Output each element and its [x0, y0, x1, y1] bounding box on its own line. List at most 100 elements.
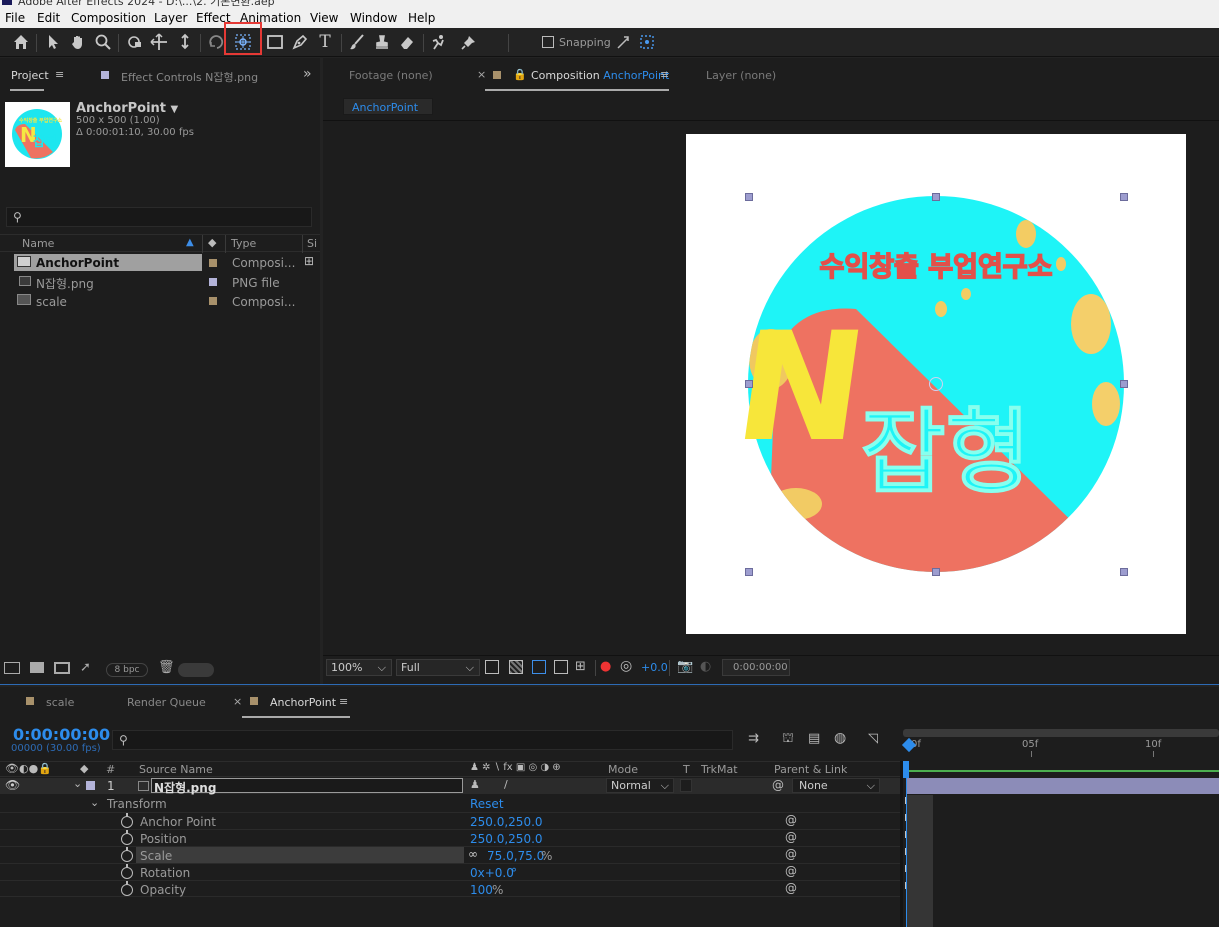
flowchart-send-icon[interactable]: ➚: [80, 660, 91, 675]
twirl-open-icon[interactable]: ⌄: [73, 777, 82, 790]
current-time-display[interactable]: 0:00:00:00: [13, 725, 110, 744]
expression-pick-whip-icon[interactable]: @: [785, 847, 797, 861]
timeline-track-area[interactable]: I I I I I I: [903, 761, 1219, 927]
project-row[interactable]: scale Composi...: [0, 291, 300, 310]
draft-3d-icon[interactable]: ⛫: [782, 731, 794, 748]
clone-stamp-tool-icon[interactable]: [372, 32, 392, 52]
tab-project[interactable]: Project: [11, 69, 49, 82]
interpret-footage-icon[interactable]: [4, 662, 20, 674]
snapping-checkbox[interactable]: [542, 36, 554, 48]
work-area-bar[interactable]: [903, 770, 1219, 772]
label-tag-icon[interactable]: ◆: [208, 236, 216, 249]
col-trkmat[interactable]: TrkMat: [701, 763, 738, 776]
trash-icon[interactable]: 🗑: [158, 660, 175, 675]
col-parent[interactable]: Parent & Link: [774, 763, 847, 776]
hand-tool-icon[interactable]: [68, 32, 88, 52]
mask-path-visibility-icon[interactable]: [532, 660, 546, 674]
flowchart-icon[interactable]: ⊞: [304, 254, 314, 268]
expression-pick-whip-icon[interactable]: @: [785, 830, 797, 844]
comp-breadcrumb[interactable]: AnchorPoint: [343, 98, 433, 115]
composition-canvas[interactable]: 수익창출 부업연구소 N 잡형: [686, 134, 1186, 634]
roto-brush-tool-icon[interactable]: [429, 32, 449, 52]
stopwatch-icon[interactable]: [121, 830, 133, 845]
thumbnail-transparency-toggle[interactable]: [178, 663, 214, 677]
project-search-input[interactable]: ⚲: [6, 207, 312, 227]
type-tool-icon[interactable]: T: [315, 32, 335, 52]
menu-window[interactable]: Window: [350, 11, 397, 25]
show-snapshot-icon[interactable]: ◐: [700, 659, 711, 674]
eraser-tool-icon[interactable]: [397, 32, 417, 52]
lock-icon[interactable]: 🔒: [513, 68, 527, 81]
transform-handle[interactable]: [745, 193, 753, 201]
zoom-dropdown[interactable]: 100% ⌵: [326, 659, 392, 676]
grid-guides-icon[interactable]: ⊞: [575, 659, 586, 674]
overflow-chevron-icon[interactable]: »: [303, 66, 312, 82]
expression-pick-whip-icon[interactable]: @: [785, 813, 797, 827]
exposure-value[interactable]: +0.0: [641, 661, 668, 674]
transform-handle[interactable]: [745, 568, 753, 576]
property-value[interactable]: 250.0,250.0: [470, 815, 543, 829]
col-type[interactable]: Type: [231, 237, 256, 250]
channel-rgb-icon[interactable]: ●: [600, 659, 611, 674]
property-row[interactable]: Anchor Point 250.0,250.0 @: [0, 812, 900, 829]
fast-previews-icon[interactable]: [485, 660, 499, 674]
stopwatch-icon[interactable]: [121, 847, 133, 862]
preserve-transparency-toggle[interactable]: [680, 779, 692, 792]
menu-view[interactable]: View: [310, 11, 338, 25]
viewer-timecode[interactable]: 0:00:00:00: [722, 659, 790, 676]
tab-scale[interactable]: scale: [46, 696, 74, 709]
menu-edit[interactable]: Edit: [37, 11, 60, 25]
quality-switch-icon[interactable]: /: [504, 778, 508, 791]
project-panel-menu-icon[interactable]: ≡: [55, 68, 64, 81]
layer-name[interactable]: N잡형.png: [151, 778, 463, 795]
tab-footage[interactable]: Footage (none): [349, 69, 433, 82]
bpc-button[interactable]: 8 bpc: [106, 663, 148, 677]
new-folder-icon[interactable]: [30, 662, 44, 673]
tab-composition[interactable]: Composition AnchorPoint: [531, 69, 669, 82]
constrain-proportions-link-icon[interactable]: ∞: [468, 847, 478, 861]
frame-blending-icon[interactable]: ◍: [834, 730, 846, 746]
home-icon[interactable]: [11, 32, 31, 52]
rotation-tool-icon[interactable]: [206, 32, 226, 52]
transform-handle[interactable]: [932, 193, 940, 201]
property-row[interactable]: Rotation 0x+0.0 ° @: [0, 863, 900, 880]
menu-help[interactable]: Help: [408, 11, 435, 25]
col-size[interactable]: Si: [307, 237, 317, 250]
tab-anchorpoint[interactable]: AnchorPoint: [270, 696, 336, 709]
transform-handle[interactable]: [1120, 193, 1128, 201]
property-value[interactable]: 100: [470, 883, 493, 897]
snapshot-camera-icon[interactable]: 📷: [677, 659, 693, 674]
property-value[interactable]: 250.0,250.0: [470, 832, 543, 846]
time-ruler[interactable]: 0f 05f 10f: [901, 727, 1219, 761]
layer-label-swatch[interactable]: [86, 781, 95, 790]
item-dropdown-icon[interactable]: ▼: [171, 104, 179, 115]
parent-dropdown[interactable]: None ⌵: [792, 778, 880, 793]
property-value[interactable]: 75.0,75.0: [487, 849, 544, 863]
layer-row[interactable]: 👁 ⌄ 1 N잡형.png ♟ / Normal ⌵ @ None ⌵: [0, 777, 900, 795]
project-row[interactable]: AnchorPoint Composi... ⊞: [0, 253, 314, 272]
eye-visibility-icon[interactable]: 👁: [5, 778, 20, 792]
property-row[interactable]: Position 250.0,250.0 @: [0, 829, 900, 846]
reset-exposure-icon[interactable]: ◎: [620, 658, 632, 674]
stopwatch-icon[interactable]: [121, 813, 133, 828]
tab-effect-controls[interactable]: Effect Controls N잡형.png: [121, 69, 258, 85]
hide-shy-layers-icon[interactable]: ▤: [808, 731, 820, 746]
mode-dropdown[interactable]: Normal ⌵: [606, 778, 674, 793]
transform-handle[interactable]: [1120, 568, 1128, 576]
snap-edges-icon[interactable]: [613, 32, 633, 52]
menu-file[interactable]: File: [5, 11, 25, 25]
viewer-panel-menu-icon[interactable]: ≡: [660, 68, 669, 81]
transform-handle[interactable]: [1120, 380, 1128, 388]
col-source-name[interactable]: Source Name: [139, 763, 213, 776]
anchor-point-icon[interactable]: [929, 377, 943, 391]
property-row[interactable]: Scale ∞ 75.0,75.0 % @: [0, 846, 900, 863]
col-name[interactable]: Name: [22, 237, 54, 250]
dolly-camera-icon[interactable]: [175, 32, 195, 52]
transform-group-row[interactable]: ⌄ Transform Reset: [0, 795, 900, 812]
property-value[interactable]: 0x+0.0: [470, 866, 514, 880]
puppet-pin-tool-icon[interactable]: [459, 32, 479, 52]
expression-pick-whip-icon[interactable]: @: [785, 864, 797, 878]
menu-composition[interactable]: Composition: [71, 11, 146, 25]
composition-mini-flowchart-icon[interactable]: ⇉: [748, 731, 759, 746]
orbit-camera-icon[interactable]: [124, 32, 144, 52]
